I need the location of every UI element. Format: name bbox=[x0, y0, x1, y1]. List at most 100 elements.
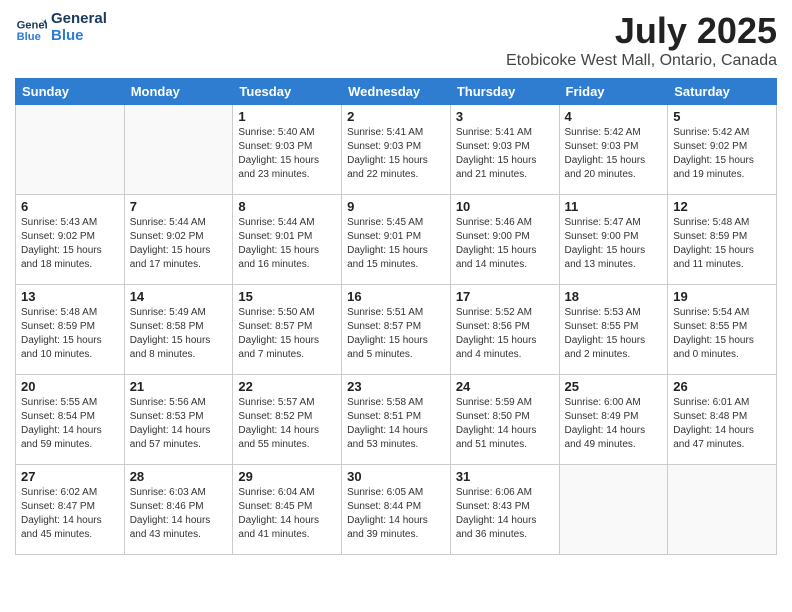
calendar-week-2: 6 Sunrise: 5:43 AM Sunset: 9:02 PM Daylig… bbox=[16, 195, 777, 285]
day-number: 14 bbox=[130, 289, 228, 304]
location-title: Etobicoke West Mall, Ontario, Canada bbox=[506, 52, 777, 70]
calendar-cell: 1 Sunrise: 5:40 AM Sunset: 9:03 PM Daylig… bbox=[233, 105, 342, 195]
day-number: 1 bbox=[238, 109, 336, 124]
calendar-cell bbox=[559, 465, 668, 555]
day-number: 21 bbox=[130, 379, 228, 394]
day-number: 22 bbox=[238, 379, 336, 394]
calendar-week-3: 13Sunrise: 5:48 AM Sunset: 8:59 PM Dayli… bbox=[16, 285, 777, 375]
cell-info: Sunrise: 5:51 AM Sunset: 8:57 PM Dayligh… bbox=[347, 306, 445, 362]
calendar-cell: 8Sunrise: 5:44 AM Sunset: 9:01 PM Daylig… bbox=[233, 195, 342, 285]
calendar-week-4: 20Sunrise: 5:55 AM Sunset: 8:54 PM Dayli… bbox=[16, 375, 777, 465]
logo-general: General bbox=[51, 10, 107, 27]
day-number: 25 bbox=[565, 379, 663, 394]
cell-info: Sunrise: 5:45 AM Sunset: 9:01 PM Dayligh… bbox=[347, 216, 445, 272]
weekday-header-tuesday: Tuesday bbox=[233, 79, 342, 105]
day-number: 23 bbox=[347, 379, 445, 394]
cell-info: Sunrise: 5:58 AM Sunset: 8:51 PM Dayligh… bbox=[347, 396, 445, 452]
cell-info: Sunrise: 5:49 AM Sunset: 8:58 PM Dayligh… bbox=[130, 306, 228, 362]
day-number: 31 bbox=[456, 469, 554, 484]
logo: General Blue General Blue bbox=[15, 10, 107, 44]
weekday-header-thursday: Thursday bbox=[450, 79, 559, 105]
cell-info: Sunrise: 5:50 AM Sunset: 8:57 PM Dayligh… bbox=[238, 306, 336, 362]
calendar-cell bbox=[668, 465, 777, 555]
month-title: July 2025 bbox=[506, 10, 777, 52]
logo-icon: General Blue bbox=[15, 11, 47, 43]
calendar-cell: 22Sunrise: 5:57 AM Sunset: 8:52 PM Dayli… bbox=[233, 375, 342, 465]
day-number: 7 bbox=[130, 199, 228, 214]
day-number: 12 bbox=[673, 199, 771, 214]
cell-info: Sunrise: 5:44 AM Sunset: 9:02 PM Dayligh… bbox=[130, 216, 228, 272]
calendar-cell: 19Sunrise: 5:54 AM Sunset: 8:55 PM Dayli… bbox=[668, 285, 777, 375]
day-number: 3 bbox=[456, 109, 554, 124]
calendar-cell: 18 Sunrise: 5:53 AM Sunset: 8:55 PM Dayli… bbox=[559, 285, 668, 375]
cell-info: Sunrise: 5:53 AM Sunset: 8:55 PM Dayligh… bbox=[565, 306, 663, 362]
cell-info: Sunrise: 6:04 AM Sunset: 8:45 PM Dayligh… bbox=[238, 486, 336, 542]
day-number: 28 bbox=[130, 469, 228, 484]
cell-info: Sunrise: 6:00 AM Sunset: 8:49 PM Dayligh… bbox=[565, 396, 663, 452]
calendar-cell: 21 Sunrise: 5:56 AM Sunset: 8:53 PM Dayli… bbox=[124, 375, 233, 465]
svg-text:General: General bbox=[17, 20, 47, 32]
calendar-cell: 2 Sunrise: 5:41 AM Sunset: 9:03 PM Daylig… bbox=[342, 105, 451, 195]
day-number: 17 bbox=[456, 289, 554, 304]
cell-info: Sunrise: 5:56 AM Sunset: 8:53 PM Dayligh… bbox=[130, 396, 228, 452]
day-number: 24 bbox=[456, 379, 554, 394]
day-number: 29 bbox=[238, 469, 336, 484]
day-number: 4 bbox=[565, 109, 663, 124]
page-header: General Blue General Blue July 2025 Etob… bbox=[15, 10, 777, 70]
day-number: 6 bbox=[21, 199, 119, 214]
calendar-cell: 15 Sunrise: 5:50 AM Sunset: 8:57 PM Dayli… bbox=[233, 285, 342, 375]
cell-info: Sunrise: 5:54 AM Sunset: 8:55 PM Dayligh… bbox=[673, 306, 771, 362]
calendar-cell: 16Sunrise: 5:51 AM Sunset: 8:57 PM Dayli… bbox=[342, 285, 451, 375]
day-number: 13 bbox=[21, 289, 119, 304]
cell-info: Sunrise: 5:52 AM Sunset: 8:56 PM Dayligh… bbox=[456, 306, 554, 362]
calendar-cell: 26 Sunrise: 6:01 AM Sunset: 8:48 PM Dayli… bbox=[668, 375, 777, 465]
calendar-cell: 3 Sunrise: 5:41 AM Sunset: 9:03 PM Daylig… bbox=[450, 105, 559, 195]
cell-info: Sunrise: 5:41 AM Sunset: 9:03 PM Dayligh… bbox=[347, 126, 445, 182]
day-number: 2 bbox=[347, 109, 445, 124]
calendar-table: SundayMondayTuesdayWednesdayThursdayFrid… bbox=[15, 78, 777, 555]
cell-info: Sunrise: 5:40 AM Sunset: 9:03 PM Dayligh… bbox=[238, 126, 336, 182]
cell-info: Sunrise: 5:42 AM Sunset: 9:03 PM Dayligh… bbox=[565, 126, 663, 182]
calendar-cell: 9Sunrise: 5:45 AM Sunset: 9:01 PM Daylig… bbox=[342, 195, 451, 285]
calendar-cell: 30Sunrise: 6:05 AM Sunset: 8:44 PM Dayli… bbox=[342, 465, 451, 555]
day-number: 10 bbox=[456, 199, 554, 214]
day-number: 11 bbox=[565, 199, 663, 214]
day-number: 15 bbox=[238, 289, 336, 304]
weekday-header-monday: Monday bbox=[124, 79, 233, 105]
day-number: 27 bbox=[21, 469, 119, 484]
calendar-cell: 11 Sunrise: 5:47 AM Sunset: 9:00 PM Dayli… bbox=[559, 195, 668, 285]
weekday-header-saturday: Saturday bbox=[668, 79, 777, 105]
cell-info: Sunrise: 6:02 AM Sunset: 8:47 PM Dayligh… bbox=[21, 486, 119, 542]
calendar-cell bbox=[124, 105, 233, 195]
cell-info: Sunrise: 5:46 AM Sunset: 9:00 PM Dayligh… bbox=[456, 216, 554, 272]
calendar-week-5: 27 Sunrise: 6:02 AM Sunset: 8:47 PM Dayli… bbox=[16, 465, 777, 555]
calendar-cell: 28Sunrise: 6:03 AM Sunset: 8:46 PM Dayli… bbox=[124, 465, 233, 555]
weekday-header-wednesday: Wednesday bbox=[342, 79, 451, 105]
calendar-header-row: SundayMondayTuesdayWednesdayThursdayFrid… bbox=[16, 79, 777, 105]
calendar-cell: 10 Sunrise: 5:46 AM Sunset: 9:00 PM Dayli… bbox=[450, 195, 559, 285]
cell-info: Sunrise: 5:44 AM Sunset: 9:01 PM Dayligh… bbox=[238, 216, 336, 272]
calendar-cell: 25 Sunrise: 6:00 AM Sunset: 8:49 PM Dayli… bbox=[559, 375, 668, 465]
cell-info: Sunrise: 5:41 AM Sunset: 9:03 PM Dayligh… bbox=[456, 126, 554, 182]
cell-info: Sunrise: 6:01 AM Sunset: 8:48 PM Dayligh… bbox=[673, 396, 771, 452]
day-number: 26 bbox=[673, 379, 771, 394]
calendar-cell: 12Sunrise: 5:48 AM Sunset: 8:59 PM Dayli… bbox=[668, 195, 777, 285]
calendar-cell: 17 Sunrise: 5:52 AM Sunset: 8:56 PM Dayli… bbox=[450, 285, 559, 375]
cell-info: Sunrise: 6:06 AM Sunset: 8:43 PM Dayligh… bbox=[456, 486, 554, 542]
calendar-cell: 27 Sunrise: 6:02 AM Sunset: 8:47 PM Dayli… bbox=[16, 465, 125, 555]
calendar-cell: 13Sunrise: 5:48 AM Sunset: 8:59 PM Dayli… bbox=[16, 285, 125, 375]
calendar-cell: 14 Sunrise: 5:49 AM Sunset: 8:58 PM Dayli… bbox=[124, 285, 233, 375]
calendar-cell: 20Sunrise: 5:55 AM Sunset: 8:54 PM Dayli… bbox=[16, 375, 125, 465]
calendar-cell: 5Sunrise: 5:42 AM Sunset: 9:02 PM Daylig… bbox=[668, 105, 777, 195]
calendar-cell: 4 Sunrise: 5:42 AM Sunset: 9:03 PM Daylig… bbox=[559, 105, 668, 195]
weekday-header-friday: Friday bbox=[559, 79, 668, 105]
svg-text:Blue: Blue bbox=[17, 31, 41, 43]
calendar-week-1: 1 Sunrise: 5:40 AM Sunset: 9:03 PM Daylig… bbox=[16, 105, 777, 195]
calendar-cell: 31 Sunrise: 6:06 AM Sunset: 8:43 PM Dayli… bbox=[450, 465, 559, 555]
cell-info: Sunrise: 5:43 AM Sunset: 9:02 PM Dayligh… bbox=[21, 216, 119, 272]
day-number: 18 bbox=[565, 289, 663, 304]
cell-info: Sunrise: 5:47 AM Sunset: 9:00 PM Dayligh… bbox=[565, 216, 663, 272]
logo-blue: Blue bbox=[51, 27, 107, 44]
title-block: July 2025 Etobicoke West Mall, Ontario, … bbox=[506, 10, 777, 70]
cell-info: Sunrise: 5:42 AM Sunset: 9:02 PM Dayligh… bbox=[673, 126, 771, 182]
